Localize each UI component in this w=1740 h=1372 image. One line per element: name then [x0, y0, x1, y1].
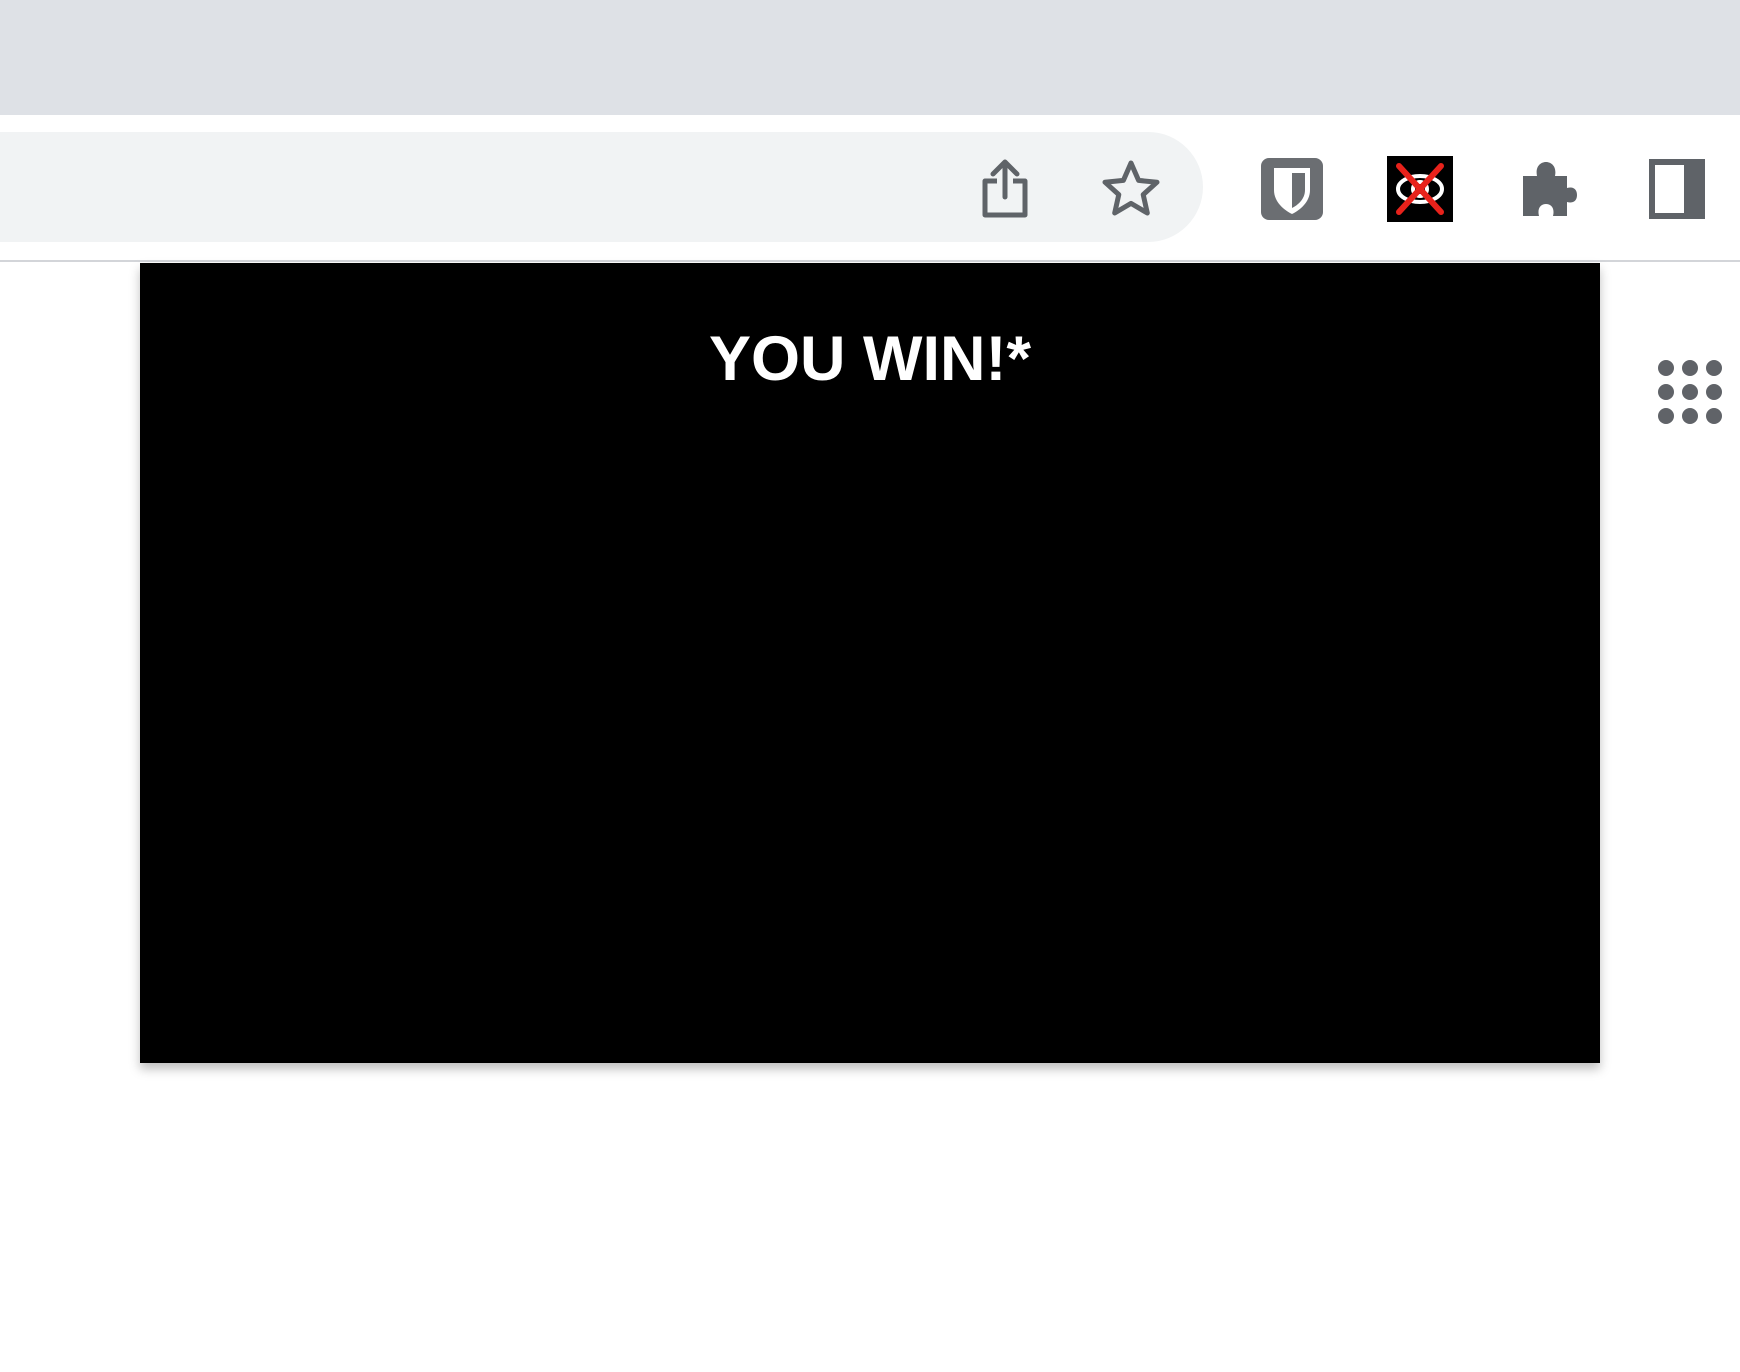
final-stats: Final Score: 3550 Final Time: 0:25: [0, 432, 1740, 506]
tab-strip: [0, 0, 1740, 115]
tracker-blocker-extension-icon[interactable]: [1387, 156, 1453, 222]
side-panel-icon[interactable]: [1648, 158, 1706, 220]
share-icon[interactable]: [977, 157, 1033, 221]
final-score: Final Score: 3550: [360, 434, 854, 504]
bookmark-star-icon[interactable]: [1100, 158, 1162, 220]
win-title: YOU WIN!*: [709, 324, 1031, 394]
browser-window: YOU WIN!* Final Score: 3550 Final Time: 0…: [0, 0, 1740, 1372]
bitwarden-extension-icon[interactable]: [1259, 156, 1325, 222]
browser-toolbar: [0, 115, 1740, 262]
extensions-puzzle-icon[interactable]: [1515, 158, 1577, 220]
disclaimer-footnote: *You aren't able to turn off data collec…: [241, 586, 1465, 924]
final-time: Final Time: 0:25: [931, 434, 1380, 504]
